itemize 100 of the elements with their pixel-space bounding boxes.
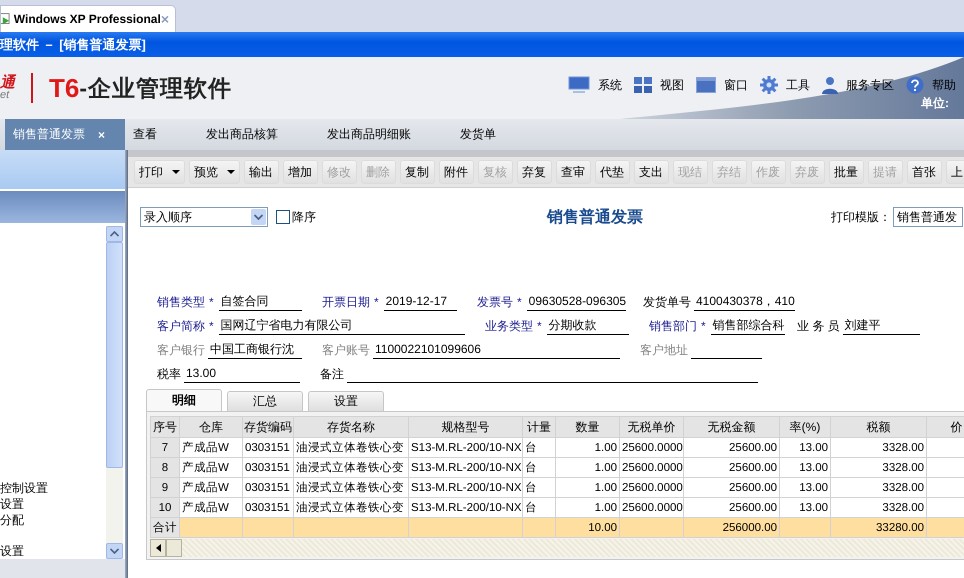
field-label: 发货单号 (643, 294, 691, 310)
scroll-left-button[interactable] (150, 539, 166, 557)
window-icon (1, 12, 12, 26)
column-header[interactable]: 序号 (150, 416, 180, 438)
close-button[interactable]: × (98, 128, 105, 142)
field-label: 税率 (157, 366, 181, 382)
table-cell: 13.00 (780, 498, 830, 518)
document-tab[interactable]: 发货单 (452, 119, 537, 150)
toolbar-button[interactable]: 代垫 (595, 160, 630, 184)
toolbar-button[interactable]: 增加 (283, 160, 318, 184)
menu-item[interactable]: 帮助 (932, 76, 956, 94)
table-cell: 产成品W (180, 478, 242, 498)
menu-item[interactable]: 窗口 (724, 76, 748, 94)
sidebar-item[interactable]: 设置 (0, 542, 106, 559)
sort-dropdown[interactable]: 录入顺序 (140, 207, 268, 227)
table-cell: S13-M.RL-200/10-NX (408, 498, 522, 518)
gear-icon[interactable] (760, 76, 778, 94)
scroll-down-button[interactable] (106, 542, 123, 559)
horizontal-scrollbar[interactable] (150, 539, 964, 557)
column-header[interactable]: 无税金额 (684, 416, 780, 438)
toolbar-button[interactable]: 输出 (244, 160, 279, 184)
vertical-scrollbar[interactable] (106, 226, 123, 559)
document-tab[interactable]: 销售普通发票 × (5, 119, 125, 150)
monitor-icon[interactable] (568, 76, 590, 94)
column-header[interactable]: 存货编码 (242, 416, 294, 438)
scroll-thumb[interactable] (166, 539, 182, 557)
column-header[interactable]: 率(%) (780, 416, 830, 438)
input-field[interactable]: 国网辽宁省电力有限公司 (218, 317, 465, 335)
input-field[interactable]: 1100022101099606 (373, 341, 620, 359)
table-cell: 油浸式立体卷铁心变 (294, 438, 408, 458)
input-field[interactable]: 13.00 (184, 365, 300, 383)
column-header[interactable]: 数量 (556, 416, 620, 438)
table-cell: S13-M.RL-200/10-NX (408, 438, 522, 458)
column-header[interactable]: 仓库 (180, 416, 242, 438)
scroll-up-button[interactable] (106, 226, 123, 242)
sidebar-item[interactable]: 分配 (0, 512, 106, 528)
table-cell: 25600.0000 (620, 438, 684, 458)
input-field[interactable]: 自签合同 (218, 293, 302, 311)
help-icon[interactable] (906, 76, 924, 94)
toolbar-button[interactable]: 附件 (439, 160, 474, 184)
grid-icon[interactable] (634, 77, 652, 93)
table-cell: 13.00 (780, 458, 830, 478)
toolbar-button[interactable]: 预览 (189, 160, 240, 184)
checkbox[interactable] (276, 210, 290, 224)
row-number: 8 (150, 458, 180, 478)
detail-tab[interactable]: 设置 (308, 391, 384, 411)
input-field[interactable]: 2019-12-17 (384, 293, 457, 311)
field-label: 发票号 (477, 294, 513, 310)
table-cell: 产成品W (180, 498, 242, 518)
toolbar-button[interactable]: 打印 (134, 160, 185, 184)
window-title: 理软件 － [销售普通发票] (0, 36, 146, 54)
input-field[interactable]: 分期收款 (546, 317, 629, 335)
column-header[interactable]: 无税单价 (620, 416, 684, 438)
document-tab[interactable]: 发出商品核算 (198, 119, 319, 150)
table-cell: 25600.0000 (620, 458, 684, 478)
template-field[interactable]: 销售普通发 (893, 207, 963, 227)
column-header[interactable]: 价 (926, 416, 964, 438)
table-cell: 1.00 (556, 438, 620, 458)
column-header[interactable]: 规格型号 (408, 416, 522, 438)
detail-tab[interactable]: 汇总 (227, 391, 303, 411)
table-cell: 256000.00 (684, 518, 780, 538)
input-field[interactable]: 4100430378，410 (694, 293, 795, 311)
caret-icon[interactable] (172, 170, 180, 174)
column-header[interactable]: 存货名称 (294, 416, 408, 438)
scroll-thumb[interactable] (106, 242, 123, 468)
person-icon[interactable] (822, 76, 838, 94)
input-field[interactable]: 销售部综合科 (710, 317, 785, 335)
table-cell: 33280.00 (830, 518, 926, 538)
menu-item[interactable]: 视图 (660, 76, 684, 94)
sidebar-item[interactable]: 控制设置 (0, 480, 106, 496)
field-label: 客户地址 (640, 342, 688, 358)
toolbar-button[interactable]: 查审 (556, 160, 591, 184)
input-field[interactable]: 刘建平 (842, 317, 920, 335)
browser-tab[interactable]: Windows XP Professional× (0, 5, 176, 32)
table-cell: 0303151 (242, 458, 294, 478)
toolbar-button[interactable]: 批量 (829, 160, 864, 184)
caret-icon[interactable] (227, 170, 235, 174)
input-field[interactable]: 09630528-096305 (526, 293, 626, 311)
toolbar-button[interactable]: 上 (946, 160, 964, 184)
required-mark: * (701, 319, 706, 333)
sidebar-item[interactable]: 设置 (0, 496, 106, 512)
required-mark: * (517, 295, 522, 309)
menu-item[interactable]: 工具 (786, 76, 810, 94)
document-tab[interactable]: 发出商品明细账 (319, 119, 452, 150)
toolbar-button[interactable]: 首张 (907, 160, 942, 184)
table-cell: 台 (522, 438, 556, 458)
table-cell: 10.00 (556, 518, 620, 538)
form-title: 销售普通发票 (547, 206, 643, 228)
column-header[interactable]: 税额 (830, 416, 926, 438)
toolbar-button[interactable]: 弃复 (517, 160, 552, 184)
toolbar-button[interactable]: 复制 (400, 160, 435, 184)
table-cell: 13.00 (780, 478, 830, 498)
logo-text: et (0, 90, 10, 101)
toolbar-button[interactable]: 支出 (634, 160, 669, 184)
detail-tab[interactable]: 明细 (146, 389, 222, 411)
document-tab[interactable]: 查看 (125, 119, 198, 150)
menu-item[interactable]: 系统 (598, 76, 622, 94)
input-field[interactable]: 中国工商银行沈 (208, 341, 302, 359)
table-cell: 25600.00 (684, 478, 780, 498)
column-header[interactable]: 计量 (522, 416, 556, 438)
